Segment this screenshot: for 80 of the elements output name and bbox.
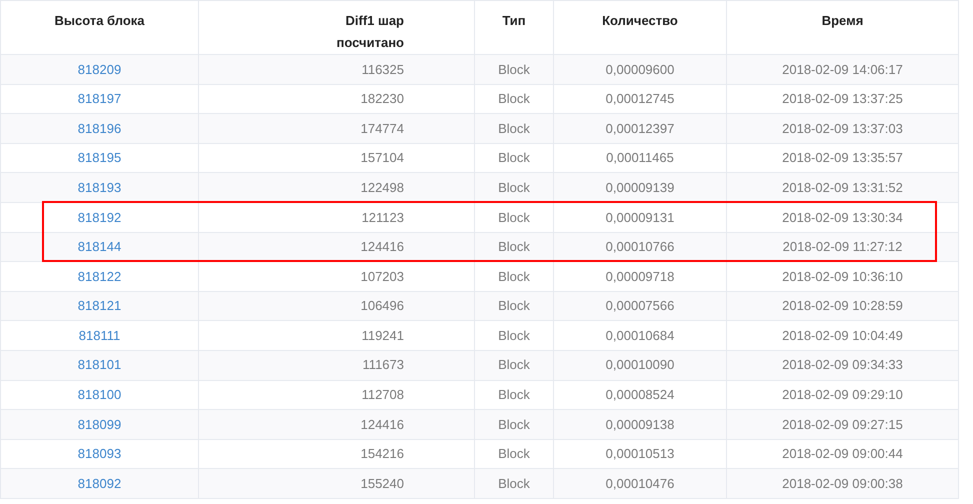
table-cell: 0,00009718 [606, 268, 674, 284]
table-cell: 155240 [360, 476, 404, 491]
table-cell: Block [498, 416, 530, 432]
block-link[interactable]: 818209 [78, 62, 122, 77]
block-link[interactable]: 818144 [78, 239, 122, 254]
table-cell: 154216 [360, 446, 404, 462]
table-cell: 0,00010476 [606, 476, 674, 491]
table-cell: 0,00010684 [606, 328, 674, 343]
table-cell: 0,00009138 [606, 416, 674, 432]
table-cell: 0,00010513 [606, 446, 674, 462]
block-link[interactable]: 818193 [78, 180, 122, 195]
table-cell: 111673 [362, 357, 404, 372]
table-cell: 0,00009131 [606, 210, 674, 225]
table-cell: Block [498, 446, 530, 462]
table-cell: Block [498, 62, 530, 77]
column-header: Время [822, 13, 864, 28]
table-cell: 2018-02-09 10:28:59 [782, 298, 903, 314]
block-link[interactable]: 818101 [78, 357, 122, 372]
table-cell: 122498 [360, 180, 404, 195]
block-link[interactable]: 818093 [78, 446, 122, 462]
table-cell: 0,00012397 [606, 120, 674, 136]
table-cell: 124416 [360, 239, 404, 254]
table-cell: 119241 [362, 328, 404, 343]
table-cell: 157104 [360, 150, 404, 166]
table-cell: 0,00010090 [606, 357, 674, 372]
table-cell: 2018-02-09 09:29:10 [782, 387, 903, 402]
table-cell: Block [498, 150, 530, 166]
table-cell: Block [498, 357, 530, 372]
table-cell: 0,00009600 [606, 62, 674, 77]
table-cell: 0,00011465 [606, 150, 674, 166]
table-cell: Block [498, 210, 530, 225]
table-cell: 0,00012745 [606, 91, 674, 106]
column-header: Diff1 шар посчитано [336, 12, 404, 52]
table-cell: Block [498, 239, 530, 254]
table-cell: 2018-02-09 13:37:25 [782, 91, 903, 106]
column-header: Тип [502, 13, 526, 28]
table-cell: 107203 [360, 268, 404, 284]
table-cell: 182230 [360, 91, 404, 106]
column-header: Высота блока [54, 13, 145, 28]
table-cell: Block [498, 268, 530, 284]
table-cell: 2018-02-09 10:36:10 [782, 268, 903, 284]
table-cell: Block [498, 298, 530, 314]
table-cell: 2018-02-09 13:37:03 [782, 120, 903, 136]
column-header: Количество [602, 13, 678, 28]
table-cell: 2018-02-09 09:00:44 [782, 446, 903, 462]
table-cell: 112708 [362, 387, 404, 402]
table-cell: 106496 [360, 298, 404, 314]
table-cell: 116325 [362, 62, 404, 77]
table-cell: 2018-02-09 13:31:52 [782, 180, 903, 195]
table-cell: 0,00009139 [606, 180, 674, 195]
table-cell: 2018-02-09 13:30:34 [782, 210, 903, 225]
table-cell: 0,00010766 [606, 239, 674, 254]
table-cell: 2018-02-09 13:35:57 [782, 150, 903, 166]
table-cell: Block [498, 328, 530, 343]
table-cell: 174774 [360, 120, 404, 136]
table-cell: 2018-02-09 09:27:15 [782, 416, 903, 432]
table-cell: 2018-02-09 09:00:38 [782, 476, 903, 491]
table-cell: 124416 [360, 416, 404, 432]
table-cell: 2018-02-09 09:34:33 [782, 357, 903, 372]
block-link[interactable]: 818099 [78, 416, 122, 432]
block-link[interactable]: 818100 [78, 387, 122, 402]
block-link[interactable]: 818192 [78, 210, 122, 225]
table-cell: Block [498, 476, 530, 491]
table-cell: 0,00008524 [606, 387, 674, 402]
table-cell: 2018-02-09 10:04:49 [782, 328, 903, 343]
table-cell: Block [498, 120, 530, 136]
table-cell: 2018-02-09 11:27:12 [782, 239, 902, 254]
block-link[interactable]: 818122 [78, 268, 122, 284]
block-link[interactable]: 818195 [78, 150, 122, 166]
block-link[interactable]: 818092 [78, 476, 122, 491]
block-link[interactable]: 818121 [78, 298, 122, 314]
table-cell: 0,00007566 [606, 298, 674, 314]
block-link[interactable]: 818197 [78, 91, 122, 106]
table-cell: Block [498, 180, 530, 195]
block-link[interactable]: 818111 [78, 328, 120, 343]
table-cell: 2018-02-09 14:06:17 [782, 62, 903, 77]
table-cell: 121123 [362, 210, 404, 225]
table-cell: Block [498, 91, 530, 106]
block-link[interactable]: 818196 [78, 120, 122, 136]
table-cell: Block [498, 387, 530, 402]
